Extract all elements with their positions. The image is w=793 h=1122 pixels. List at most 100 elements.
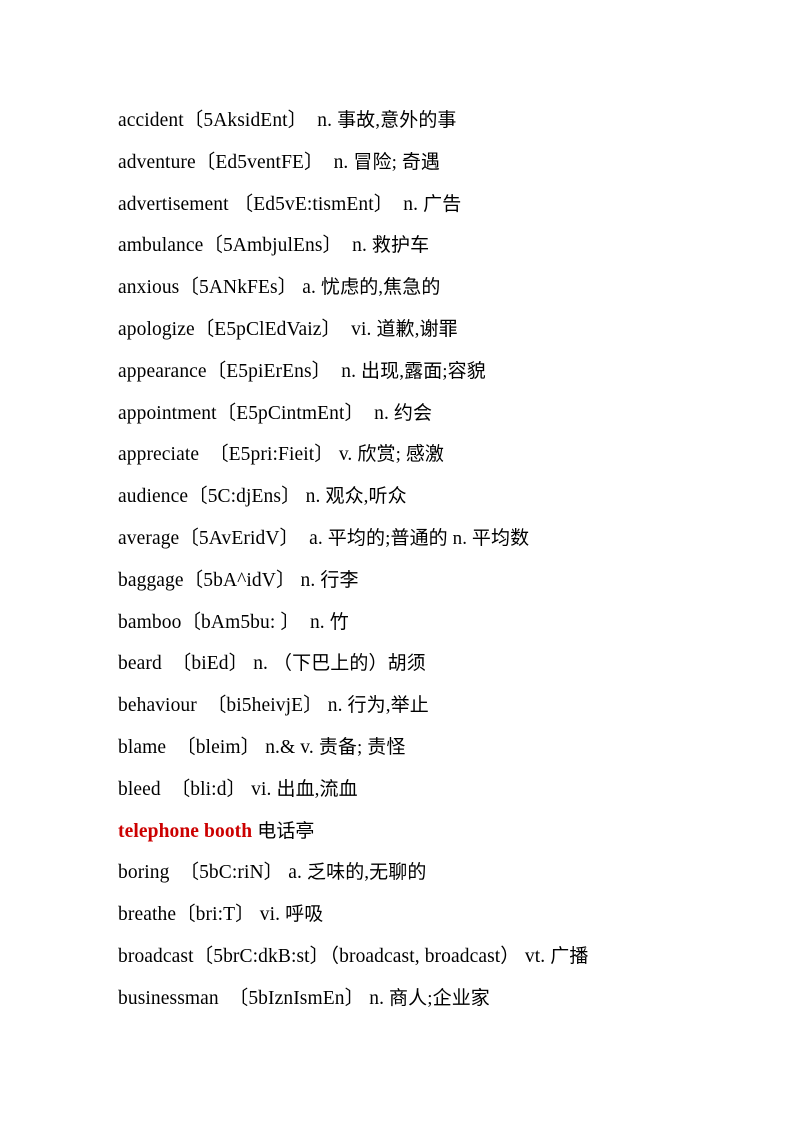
vocabulary-entry: anxious〔5ANkFEs〕 a. 忧虑的,焦急的 (118, 267, 738, 309)
entry-meaning: 忧虑的,焦急的 (321, 277, 441, 299)
entry-phonetic: 〔biEd〕 (171, 653, 249, 675)
entry-part-of-speech: n. (352, 235, 367, 257)
entry-phonetic: 〔5AvEridV〕 (179, 527, 300, 549)
vocabulary-entry: businessman 〔5bIznIsmEn〕 n. 商人;企业家 (118, 978, 738, 1020)
entry-meaning: 呼吸 (285, 904, 324, 926)
entry-meaning: （下巴上的）胡须 (273, 653, 426, 675)
entry-headword: bamboo (118, 611, 182, 633)
vocabulary-entry: bamboo〔bAm5bu: 〕 n. 竹 (118, 602, 738, 644)
entry-headword: ambulance (118, 235, 204, 257)
entry-meaning: 行李 (320, 569, 359, 591)
entry-phonetic: 〔5bC:riN〕 (179, 862, 284, 884)
entry-part-of-speech: n. (369, 987, 385, 1009)
entry-phonetic: 〔5AksidEnt〕 (183, 110, 308, 131)
vocabulary-entry: appointment〔E5pCintmEnt〕 n. 约会 (118, 393, 738, 435)
vocabulary-entry: apologize〔E5pClEdVaiz〕 vi. 道歉,谢罪 (118, 309, 738, 351)
entry-part-of-speech: vi. (351, 318, 372, 340)
entry-headword: bleed (118, 778, 161, 800)
entry-phonetic: 〔bli:d〕 (170, 778, 247, 800)
entry-headword: anxious (118, 277, 180, 299)
entry-meaning: 出现,露面;容貌 (361, 360, 486, 382)
document-page: accident〔5AksidEnt〕 n. 事故,意外的事 adventure〔… (0, 0, 793, 1122)
entry-meaning: 道歉,谢罪 (376, 318, 458, 340)
entry-phonetic: 〔bleim〕 (176, 736, 261, 758)
entry-part-of-speech: n. (305, 486, 321, 508)
vocabulary-entry: audience〔5C:djEns〕 n. 观众,听众 (118, 476, 738, 518)
entry-phonetic: 〔E5piErEns〕 (206, 360, 332, 382)
entry-headword: adventure (118, 151, 196, 173)
entry-phonetic: 〔bAm5bu: 〕 (181, 611, 300, 633)
entry-part-of-speech: vt. (524, 945, 546, 967)
vocabulary-entry: telephone booth 电话亭 (118, 811, 738, 853)
vocabulary-entry: bleed 〔bli:d〕 vi. 出血,流血 (118, 769, 738, 811)
entry-headword: broadcast (118, 945, 194, 967)
entry-meaning: 广播 (550, 945, 589, 967)
entry-part-of-speech: n. (309, 611, 325, 633)
entry-headword: advertisement (118, 193, 229, 215)
entry-part-of-speech: v. (338, 444, 353, 466)
vocabulary-entry: adventure〔Ed5ventFE〕 n. 冒险; 奇遇 (118, 142, 738, 184)
entry-phonetic: 〔5bIznIsmEn〕 (228, 987, 365, 1009)
entry-meaning: 乏味的,无聊的 (307, 862, 427, 884)
entry-phonetic: 〔5C:djEns〕 (188, 486, 301, 508)
entry-headword: baggage (118, 569, 184, 591)
entry-phonetic: 〔E5pri:Fieit〕 (209, 444, 334, 466)
entry-part-of-speech: a. (309, 527, 323, 549)
entry-phonetic: 〔E5pClEdVaiz〕 (194, 318, 342, 340)
entry-meaning: 广告 (423, 193, 462, 215)
entry-meaning: 商人;企业家 (389, 987, 490, 1009)
vocabulary-entry: boring 〔5bC:riN〕 a. 乏味的,无聊的 (118, 852, 738, 894)
entry-part-of-speech: a. (288, 862, 303, 884)
entry-part-of-speech: n. (300, 569, 316, 591)
vocabulary-entry: blame 〔bleim〕 n.& v. 责备; 责怪 (118, 727, 738, 769)
entry-phonetic: 〔bri:T〕 (176, 904, 255, 926)
entry-meaning: 出血,流血 (276, 778, 358, 800)
entry-part-of-speech: a. (302, 277, 317, 299)
entry-meaning: 约会 (393, 402, 433, 424)
entry-phonetic: 〔E5pCintmEnt〕 (216, 402, 365, 424)
entry-headword: audience (118, 486, 189, 508)
vocabulary-entry: broadcast〔5brC:dkB:st〕（broadcast, broadc… (118, 936, 738, 978)
entry-headword: apologize (118, 318, 195, 340)
entry-headword: telephone booth (118, 820, 253, 842)
vocabulary-entry: advertisement 〔Ed5vE:tismEnt〕 n. 广告 (118, 184, 738, 226)
entry-phonetic: 〔bi5heivjE〕 (206, 695, 323, 717)
entry-part-of-speech: n. (341, 360, 357, 382)
entry-meaning: 责备; 责怪 (318, 736, 406, 758)
vocabulary-entry: appearance〔E5piErEns〕 n. 出现,露面;容貌 (118, 351, 738, 393)
vocabulary-entry: beard 〔biEd〕 n. （下巴上的）胡须 (118, 643, 738, 685)
vocabulary-entry: appreciate 〔E5pri:Fieit〕 v. 欣赏; 感激 (118, 434, 738, 476)
entry-headword: businessman (118, 987, 219, 1009)
entry-phonetic: 〔5ANkFEs〕 (179, 277, 298, 299)
vocabulary-entry: ambulance〔5AmbjulEns〕 n. 救护车 (118, 225, 738, 267)
entry-part-of-speech: n. (253, 653, 269, 675)
entry-headword: breathe (118, 904, 177, 926)
entry-part-of-speech: n. (374, 402, 389, 424)
entry-headword: appreciate (118, 444, 200, 466)
entry-verb-forms: （broadcast, broadcast） (329, 945, 520, 967)
entry-headword: boring (118, 862, 170, 884)
vocabulary-entry: average〔5AvEridV〕 a. 平均的;普通的 n. 平均数 (118, 518, 738, 560)
entry-meaning: 行为,举止 (347, 695, 429, 717)
entry-meaning: 电话亭 (257, 820, 315, 842)
entry-phonetic: 〔5brC:dkB:st〕 (193, 945, 330, 967)
entry-meaning: 冒险; 奇遇 (353, 151, 441, 173)
entry-phonetic: 〔5AmbjulEns〕 (203, 235, 343, 257)
vocabulary-entry: behaviour 〔bi5heivjE〕 n. 行为,举止 (118, 685, 738, 727)
entry-headword: blame (118, 736, 167, 758)
vocabulary-list: accident〔5AksidEnt〕 n. 事故,意外的事 adventure〔… (118, 100, 738, 1020)
entry-headword: appointment (118, 402, 217, 424)
entry-part-of-speech: n. (403, 193, 419, 215)
entry-headword: accident (118, 110, 184, 131)
entry-phonetic: 〔5bA^idV〕 (183, 569, 296, 591)
entry-part-of-speech: vi. (251, 778, 272, 800)
entry-meaning: 欣赏; 感激 (357, 444, 445, 466)
entry-phonetic: 〔Ed5vE:tismEnt〕 (233, 193, 394, 215)
entry-part-of-speech: n. (327, 695, 343, 717)
entry-headword: behaviour (118, 695, 197, 717)
entry-headword: average (118, 527, 180, 549)
entry-meaning: 平均的;普通的 n. 平均数 (327, 527, 530, 549)
vocabulary-entry: breathe〔bri:T〕 vi. 呼吸 (118, 894, 738, 936)
entry-headword: beard (118, 653, 162, 675)
entry-part-of-speech: n. (333, 151, 349, 173)
